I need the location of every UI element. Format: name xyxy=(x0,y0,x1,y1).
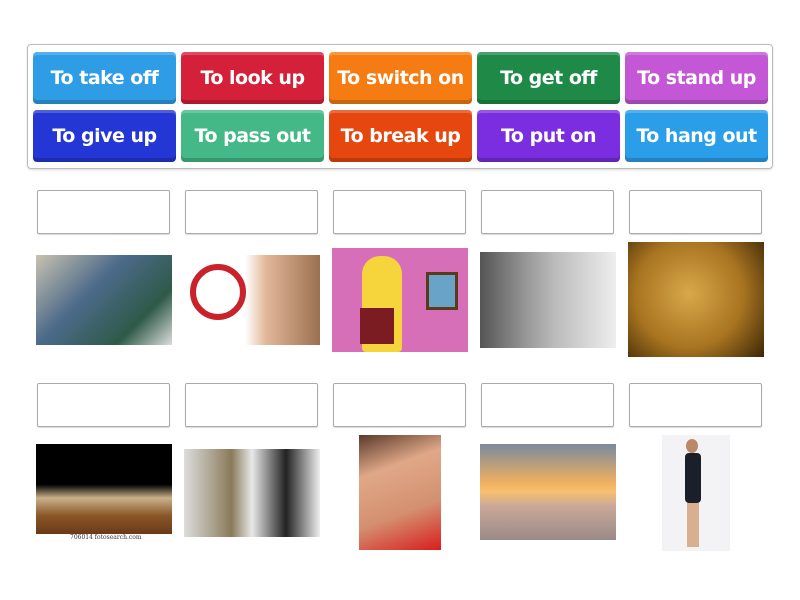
woman-putting-on-lipstick-image xyxy=(359,435,441,550)
tile-to-switch-on[interactable]: To switch on xyxy=(329,52,472,104)
tile-to-take-off[interactable]: To take off xyxy=(33,52,176,104)
drop-zone-5[interactable] xyxy=(629,190,762,234)
tile-to-put-on[interactable]: To put on xyxy=(477,110,620,162)
woman-passed-out-image xyxy=(36,444,172,534)
drop-zone-1[interactable] xyxy=(37,190,170,234)
drop-zone-10[interactable] xyxy=(629,383,762,427)
tile-to-give-up[interactable]: To give up xyxy=(33,110,176,162)
homer-reading-book-image xyxy=(332,248,468,352)
image-watermark-caption: 706014 fotosearch.com xyxy=(70,534,142,541)
no-smoking-sign-icon xyxy=(190,264,246,320)
man-getting-off-train-image xyxy=(480,252,616,348)
drop-zone-3[interactable] xyxy=(333,190,466,234)
drop-zone-9[interactable] xyxy=(481,383,614,427)
drop-zone-7[interactable] xyxy=(185,383,318,427)
tile-to-hang-out[interactable]: To hang out xyxy=(625,110,768,162)
friends-hanging-out-image xyxy=(36,255,172,345)
tile-to-look-up[interactable]: To look up xyxy=(181,52,324,104)
drop-zone-4[interactable] xyxy=(481,190,614,234)
man-standing-up-image xyxy=(662,435,730,551)
drop-zone-6[interactable] xyxy=(37,383,170,427)
plane-taking-off-image xyxy=(480,444,616,540)
tile-to-get-off[interactable]: To get off xyxy=(477,52,620,104)
no-smoking-woman-image xyxy=(184,255,320,345)
tile-to-break-up[interactable]: To break up xyxy=(329,110,472,162)
hand-on-light-switch-image xyxy=(628,242,764,357)
drop-zone-2[interactable] xyxy=(185,190,318,234)
tile-to-stand-up[interactable]: To stand up xyxy=(625,52,768,104)
tile-to-pass-out[interactable]: To pass out xyxy=(181,110,324,162)
drop-zone-8[interactable] xyxy=(333,383,466,427)
couple-broken-up-image xyxy=(184,449,320,537)
